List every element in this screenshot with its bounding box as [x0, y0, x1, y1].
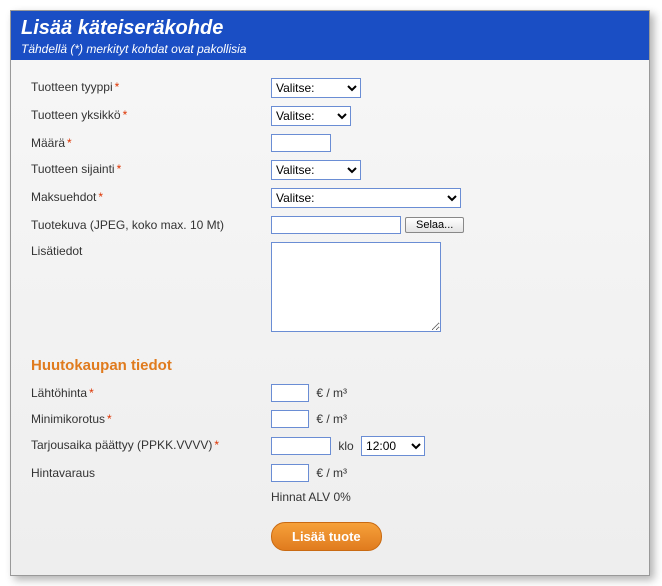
label-product-location: Tuotteen sijainti*: [31, 160, 271, 176]
label-price-reserve: Hintavaraus: [31, 464, 271, 480]
unit-price-reserve: € / m³: [316, 466, 347, 480]
label-start-price: Lähtöhinta*: [31, 384, 271, 400]
input-quantity[interactable]: [271, 134, 331, 152]
label-min-raise: Minimikorotus*: [31, 410, 271, 426]
label-product-type: Tuotteen tyyppi*: [31, 78, 271, 94]
select-product-location[interactable]: Valitse:: [271, 160, 361, 180]
browse-button[interactable]: Selaa...: [405, 217, 464, 233]
form-header: Lisää käteiseräkohde Tähdellä (*) merkit…: [11, 11, 649, 60]
label-bid-deadline: Tarjousaika päättyy (PPKK.VVVV)*: [31, 436, 271, 452]
page-title: Lisää käteiseräkohde: [21, 17, 639, 40]
select-product-unit[interactable]: Valitse:: [271, 106, 351, 126]
input-bid-deadline-date[interactable]: [271, 437, 331, 455]
label-payment-terms: Maksuehdot*: [31, 188, 271, 204]
label-additional-info: Lisätiedot: [31, 242, 271, 258]
select-payment-terms[interactable]: Valitse:: [271, 188, 461, 208]
select-bid-deadline-time[interactable]: 12:00: [361, 436, 425, 456]
label-quantity: Määrä*: [31, 134, 271, 150]
submit-button[interactable]: Lisää tuote: [271, 522, 382, 551]
input-start-price[interactable]: [271, 384, 309, 402]
textarea-additional-info[interactable]: [271, 242, 441, 332]
form-body: Tuotteen tyyppi* Valitse: Tuotteen yksik…: [11, 60, 649, 575]
form-window: Lisää käteiseräkohde Tähdellä (*) merkit…: [10, 10, 650, 576]
unit-start-price: € / m³: [316, 386, 347, 400]
input-price-reserve[interactable]: [271, 464, 309, 482]
label-product-unit: Tuotteen yksikkö*: [31, 106, 271, 122]
section-auction-title: Huutokaupan tiedot: [31, 357, 629, 374]
input-file-path[interactable]: [271, 216, 401, 234]
input-min-raise[interactable]: [271, 410, 309, 428]
vat-note: Hinnat ALV 0%: [271, 490, 629, 504]
label-product-image: Tuotekuva (JPEG, koko max. 10 Mt): [31, 216, 271, 232]
select-product-type[interactable]: Valitse:: [271, 78, 361, 98]
unit-min-raise: € / m³: [316, 412, 347, 426]
time-label: klo: [338, 439, 353, 453]
required-note: Tähdellä (*) merkityt kohdat ovat pakoll…: [21, 42, 639, 56]
